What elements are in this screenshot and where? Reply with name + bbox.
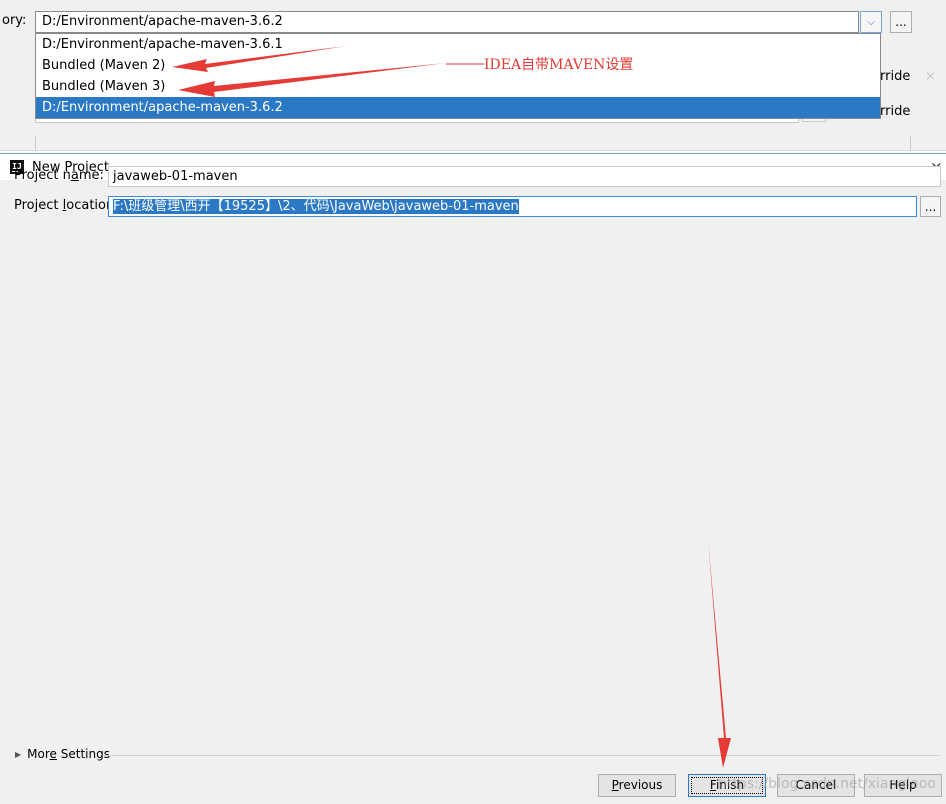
more-settings-toggle[interactable]: ▶ More Settings (15, 747, 110, 761)
maven-browse-button[interactable]: ... (890, 11, 912, 33)
project-name-label: Project name: (14, 168, 104, 183)
new-project-window: IJ New Project × Project name: javaweb-0… (0, 153, 946, 804)
separator (104, 755, 940, 756)
help-button[interactable]: Help (864, 774, 942, 797)
maven-settings-panel: ory: D:/Environment/apache-maven-3.6.2 ⌵… (0, 0, 946, 151)
project-location-label: Project location: (14, 198, 119, 213)
maven-home-dropdown: D:/Environment/apache-maven-3.6.1 Bundle… (35, 33, 881, 119)
previous-button[interactable]: Previous (598, 774, 676, 797)
project-location-input[interactable]: F:\班级管理\西开【19525】\2、代码\JavaWeb\javaweb-0… (108, 196, 917, 217)
project-name-input[interactable]: javaweb-01-maven (108, 166, 941, 187)
annotation-text: IDEA自带MAVEN设置 (484, 57, 634, 73)
maven-home-label: ory: (2, 13, 27, 28)
chevron-down-icon[interactable]: ⌵ (860, 11, 882, 33)
dropdown-option-bundled-maven-3[interactable]: Bundled (Maven 3) (36, 76, 880, 97)
close-icon: × (925, 69, 936, 84)
settings-panel-border (35, 136, 911, 150)
dropdown-option-bundled-maven-2[interactable]: Bundled (Maven 2) (36, 55, 880, 76)
maven-home-combobox[interactable]: D:/Environment/apache-maven-3.6.2 (35, 11, 859, 33)
override-checkbox-label-2[interactable]: rride (880, 104, 910, 119)
finish-button[interactable]: Finish (688, 774, 766, 797)
triangle-right-icon: ▶ (15, 750, 22, 759)
project-location-value: F:\班级管理\西开【19525】\2、代码\JavaWeb\javaweb-0… (113, 199, 519, 214)
dropdown-option-maven-361[interactable]: D:/Environment/apache-maven-3.6.1 (36, 34, 880, 55)
project-location-browse-button[interactable]: ... (920, 196, 941, 217)
cancel-button[interactable]: Cancel (777, 774, 855, 797)
override-checkbox-label-1[interactable]: rride (880, 69, 910, 84)
dropdown-option-maven-362[interactable]: D:/Environment/apache-maven-3.6.2 (36, 97, 880, 118)
